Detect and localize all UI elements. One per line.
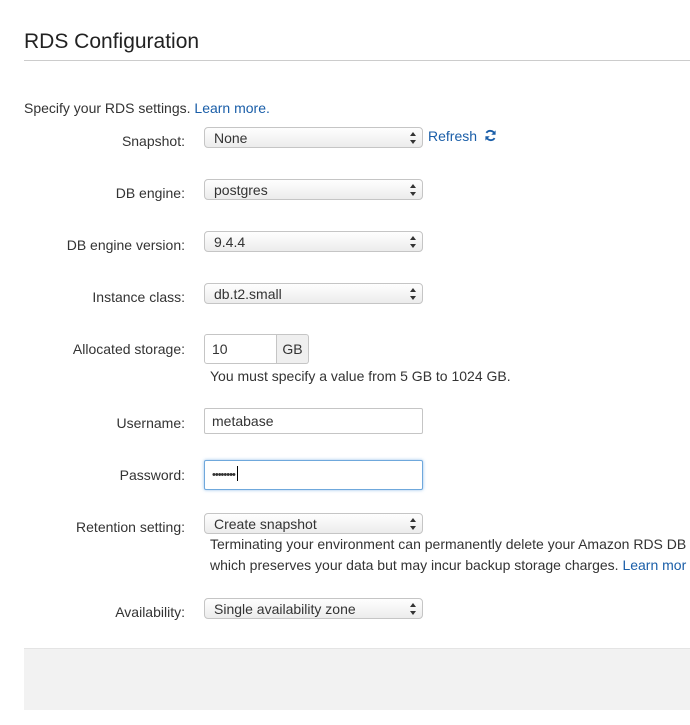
retention-help-text: which preserves your data but may incur …	[210, 557, 619, 573]
db-engine-version-select[interactable]: 9.4.4	[204, 231, 423, 252]
retention-select[interactable]: Create snapshot	[204, 513, 423, 534]
refresh-link[interactable]: Refresh	[428, 128, 477, 144]
refresh-icon[interactable]	[484, 129, 497, 142]
db-engine-select-value: postgres	[214, 182, 268, 198]
allocated-storage-label: Allocated storage:	[72, 341, 185, 357]
retention-help-line1: Terminating your environment can permane…	[210, 536, 687, 552]
title-divider	[24, 60, 690, 61]
chevron-updown-icon	[410, 236, 416, 248]
username-input[interactable]: metabase	[204, 408, 423, 434]
learn-more-link[interactable]: Learn more.	[194, 100, 269, 116]
allocated-storage-input[interactable]: 10	[204, 334, 277, 364]
retention-help-line2: which preserves your data but may incur …	[210, 555, 686, 576]
db-engine-select[interactable]: postgres	[204, 179, 423, 200]
snapshot-select-value: None	[214, 130, 248, 146]
password-label: Password:	[119, 467, 185, 483]
chevron-updown-icon	[410, 288, 416, 300]
snapshot-label: Snapshot:	[121, 133, 185, 149]
refresh-control[interactable]: Refresh	[428, 128, 497, 144]
chevron-updown-icon	[410, 132, 416, 144]
db-engine-version-label: DB engine version:	[66, 237, 185, 253]
retention-select-value: Create snapshot	[214, 516, 317, 532]
retention-label: Retention setting:	[76, 519, 185, 535]
storage-unit-addon: GB	[277, 334, 309, 364]
instance-class-select-value: db.t2.small	[214, 286, 282, 302]
db-engine-label: DB engine:	[115, 185, 185, 201]
snapshot-select[interactable]: None	[204, 127, 423, 148]
page-title: RDS Configuration	[24, 30, 200, 53]
text-cursor	[236, 466, 238, 481]
db-engine-version-select-value: 9.4.4	[214, 234, 246, 250]
intro-description: Specify your RDS settings.	[24, 100, 191, 116]
chevron-updown-icon	[410, 184, 416, 196]
username-label: Username:	[116, 415, 185, 431]
password-value: ••••••••	[212, 469, 236, 481]
intro-text: Specify your RDS settings. Learn more.	[24, 100, 270, 116]
footer-panel	[24, 648, 690, 710]
availability-select-value: Single availability zone	[214, 601, 356, 617]
availability-select[interactable]: Single availability zone	[204, 598, 423, 619]
allocated-storage-help: You must specify a value from 5 GB to 10…	[210, 368, 511, 384]
instance-class-select[interactable]: db.t2.small	[204, 283, 423, 304]
availability-label: Availability:	[115, 604, 185, 620]
chevron-updown-icon	[410, 603, 416, 615]
password-input[interactable]: ••••••••	[204, 460, 423, 490]
chevron-updown-icon	[410, 518, 416, 530]
retention-learn-more-link[interactable]: Learn mor	[622, 557, 686, 573]
instance-class-label: Instance class:	[92, 289, 185, 305]
